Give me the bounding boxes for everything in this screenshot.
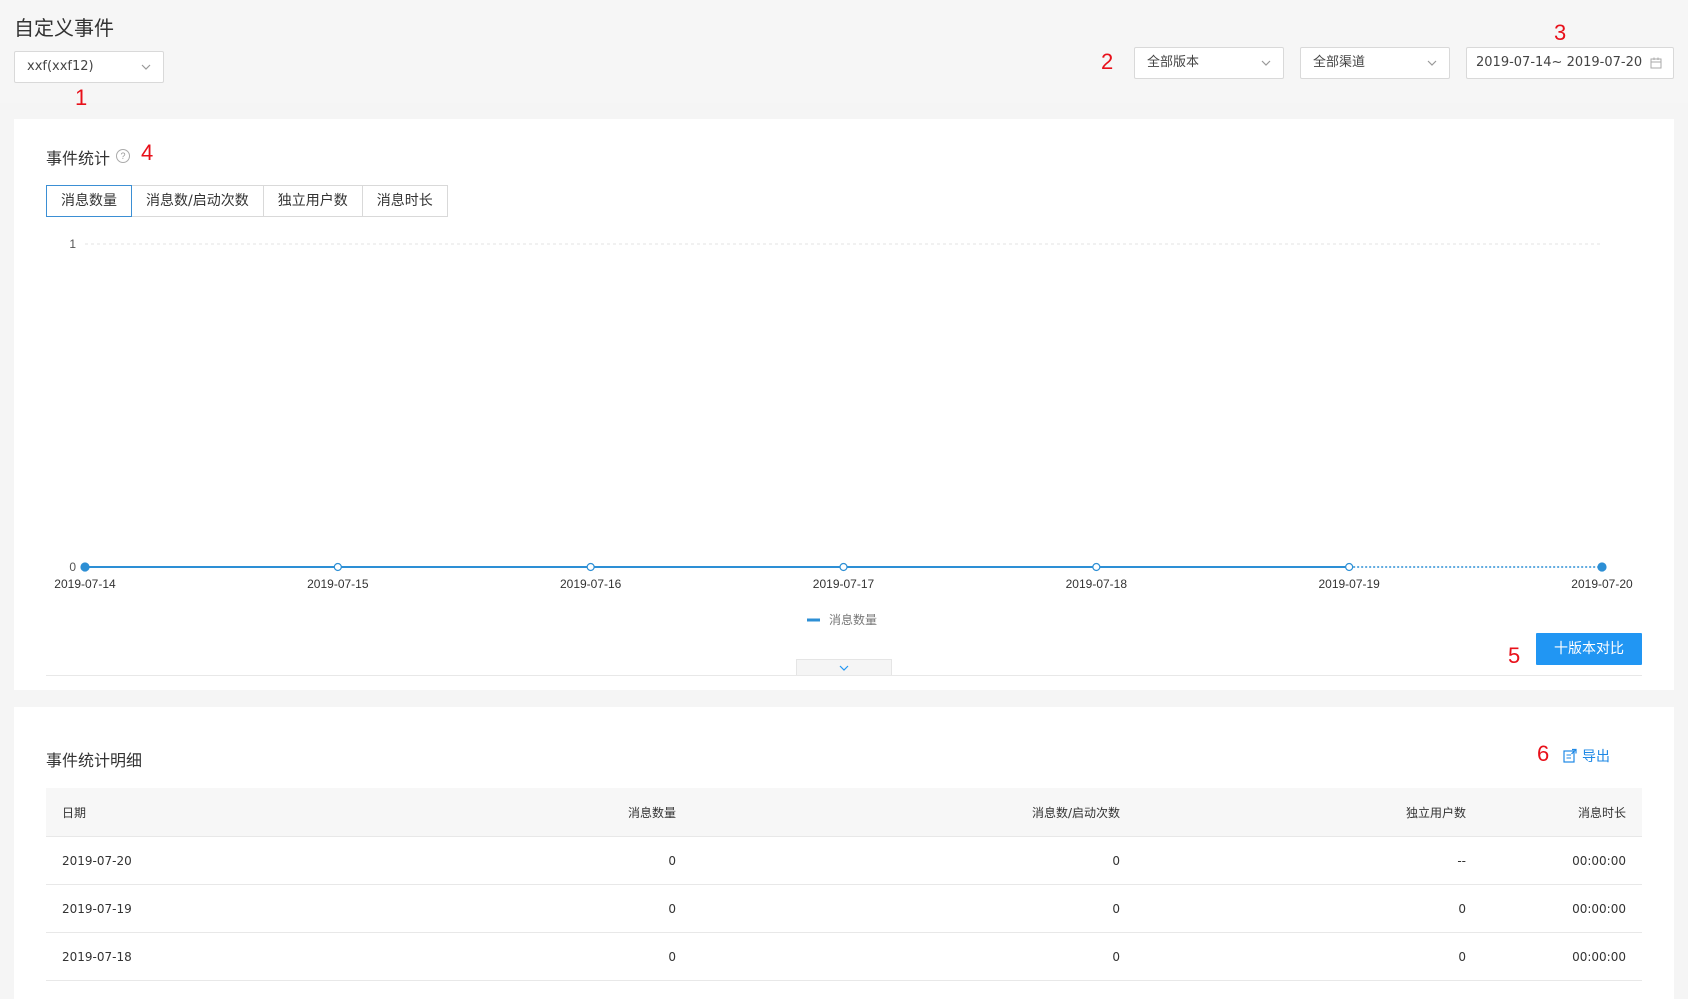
cell-message-duration: 00:00:00 xyxy=(1482,932,1642,981)
legend-label: 消息数量 xyxy=(829,612,877,627)
y-tick-label: 1 xyxy=(69,237,76,251)
x-tick-label: 2019-07-19 xyxy=(1318,577,1380,591)
cell-unique-users: 0 xyxy=(1136,932,1482,981)
cell-date: 2019-07-18 xyxy=(46,932,348,981)
data-point xyxy=(586,562,595,572)
column-header-message-duration: 消息时长 xyxy=(1482,788,1642,837)
x-tick-label: 2019-07-17 xyxy=(813,577,875,591)
cell-date: 2019-07-20 xyxy=(46,836,348,885)
data-point xyxy=(1345,562,1354,572)
column-header-message-count: 消息数量 xyxy=(348,788,692,837)
table-header-row: 日期 消息数量 消息数/启动次数 独立用户数 消息时长 xyxy=(46,788,1642,837)
x-tick-label: 2019-07-20 xyxy=(1571,577,1633,591)
export-label: 导出 xyxy=(1582,749,1610,765)
event-detail-table: 日期 消息数量 消息数/启动次数 独立用户数 消息时长 2019-07-20 0… xyxy=(46,788,1642,981)
chart-collapse-toggle[interactable] xyxy=(796,659,892,675)
y-tick-label: 0 xyxy=(69,560,76,574)
cell-messages-per-launch: 0 xyxy=(692,884,1136,933)
x-tick-label: 2019-07-14 xyxy=(54,577,116,591)
table-row: 2019-07-18 0 0 0 00:00:00 xyxy=(46,932,1642,981)
chevron-down-icon xyxy=(839,665,849,671)
column-header-unique-users: 独立用户数 xyxy=(1136,788,1482,837)
cell-date: 2019-07-19 xyxy=(46,884,348,933)
x-tick-label: 2019-07-18 xyxy=(1066,577,1128,591)
divider xyxy=(46,675,1642,676)
x-tick-label: 2019-07-16 xyxy=(560,577,622,591)
table-row: 2019-07-20 0 0 -- 00:00:00 xyxy=(46,836,1642,885)
event-detail-title: 事件统计明细 xyxy=(46,751,143,770)
cell-message-count: 0 xyxy=(348,884,692,933)
cell-messages-per-launch: 0 xyxy=(692,836,1136,885)
annotation-6: 6 xyxy=(1537,741,1550,766)
export-button[interactable]: 导出 xyxy=(1562,746,1610,766)
x-tick-label: 2019-07-15 xyxy=(307,577,369,591)
column-header-messages-per-launch: 消息数/启动次数 xyxy=(692,788,1136,837)
cell-unique-users: -- xyxy=(1136,836,1482,885)
data-point xyxy=(1597,562,1607,572)
data-point xyxy=(839,562,848,572)
cell-message-duration: 00:00:00 xyxy=(1482,836,1642,885)
data-point xyxy=(1092,562,1101,572)
cell-unique-users: 0 xyxy=(1136,884,1482,933)
cell-messages-per-launch: 0 xyxy=(692,932,1136,981)
data-point xyxy=(333,562,342,572)
table-row: 2019-07-19 0 0 0 00:00:00 xyxy=(46,884,1642,933)
line-chart: 0 1 2019-07-14 2019-07-15 2019-07-16 2019-07… xyxy=(54,237,1633,627)
cell-message-count: 0 xyxy=(348,836,692,885)
export-icon xyxy=(1563,748,1577,763)
cell-message-duration: 00:00:00 xyxy=(1482,884,1642,933)
annotation-5: 5 xyxy=(1508,643,1521,668)
column-header-date: 日期 xyxy=(46,788,348,837)
tab-message-count[interactable]: 消息数量 xyxy=(46,185,132,217)
data-point xyxy=(80,562,90,572)
version-compare-button[interactable]: 十版本对比 xyxy=(1536,633,1642,665)
cell-message-count: 0 xyxy=(348,932,692,981)
